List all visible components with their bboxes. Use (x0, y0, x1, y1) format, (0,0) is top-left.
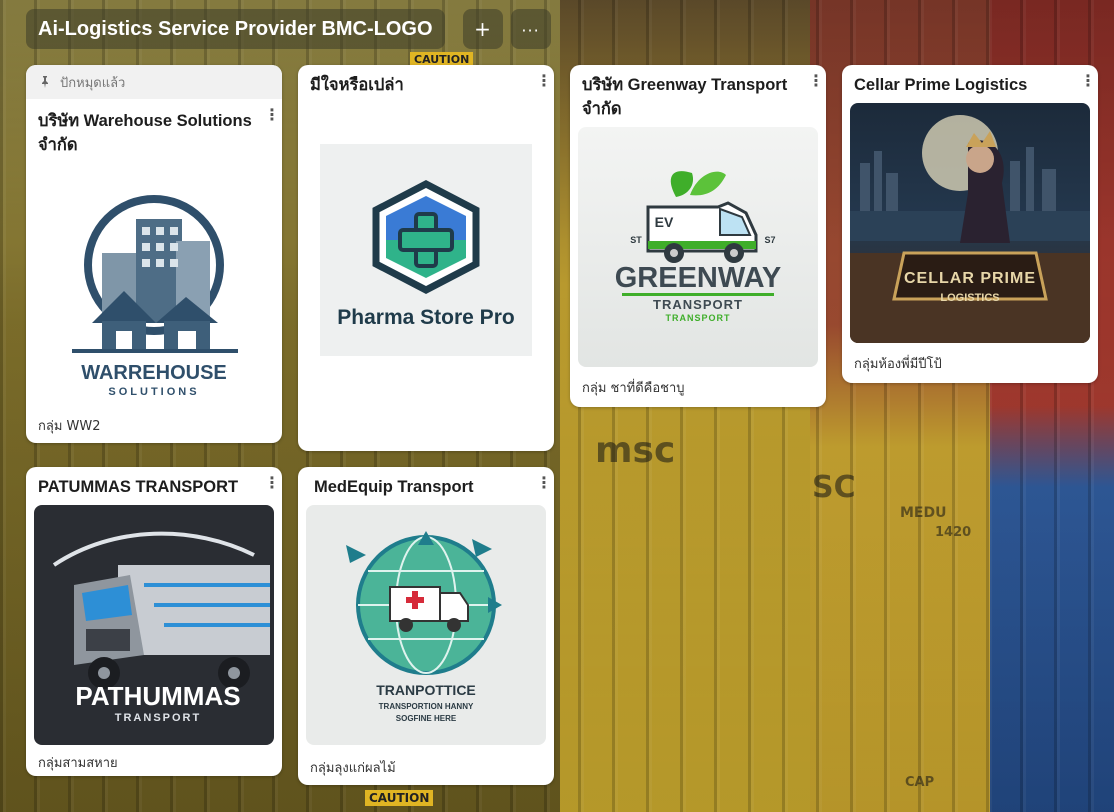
logo-text-right: S7 (764, 235, 775, 245)
bg-cap-label: CAP (905, 775, 935, 790)
logo-text-sub: TRANSPORT (653, 297, 743, 312)
post-caption: กลุ่ม WW2 (38, 419, 101, 434)
post-menu-button[interactable]: ⋮ (264, 107, 280, 123)
post-card-cellar-prime[interactable]: ⋮ Cellar Prime Logistics CELLAR PRIME LO… (842, 65, 1098, 383)
post-title: MedEquip Transport (314, 478, 474, 496)
ellipsis-icon: ··· (521, 21, 540, 40)
logo-text-main: PATHUMMAS (75, 681, 240, 711)
more-button[interactable]: ··· (510, 9, 551, 49)
board-title[interactable]: Ai-Logistics Service Provider BMC-LOGO (26, 9, 445, 49)
plus-icon: + (474, 17, 491, 41)
post-card-pathummas[interactable]: ⋮ PATUMMAS TRANSPORT PATHUMMAS TRANSPORT… (26, 467, 282, 776)
post-image: PATHUMMAS TRANSPORT (34, 505, 274, 745)
post-menu-button[interactable]: ⋮ (808, 73, 824, 89)
logo-text-left: ST (630, 235, 642, 245)
logo-text-sub: TRANSPORTION HANNY (379, 702, 474, 711)
post-title: บริษัท Warehouse Solutions จำกัด (38, 112, 252, 154)
logo-text-main: Pharma Store Pro (337, 306, 514, 329)
post-title: บริษัท Greenway Transport จำกัด (582, 76, 788, 118)
post-caption: กลุ่มลุงแก่ผลไม้ (310, 761, 396, 776)
post-title: มีใจหรือเปล่า (310, 76, 404, 94)
logo-text-sub: LOGISTICS (940, 292, 999, 304)
logo-badge-ev: EV (655, 214, 674, 230)
post-card-medequip[interactable]: ⋮ MedEquip Transport TRANPOTTICE TRANSPO… (298, 467, 554, 785)
logo-text-sub: SOLUTIONS (108, 386, 199, 398)
post-card-pharma[interactable]: ⋮ มีใจหรือเปล่า Pharma Store Pro (298, 65, 554, 451)
logo-text-sub-2: TRANSPORT (666, 313, 731, 323)
logo-text-sub: TRANSPORT (115, 712, 201, 724)
board-header: Ai-Logistics Service Provider BMC-LOGO +… (26, 9, 551, 49)
post-image: EV ST S7 GREENWAY TRANSPORT TRANSPORT (578, 127, 818, 367)
post-menu-button[interactable]: ⋮ (264, 475, 280, 491)
post-title: Cellar Prime Logistics (854, 76, 1028, 94)
logo-text-tagline: SOGFINE HERE (396, 714, 457, 723)
post-menu-button[interactable]: ⋮ (536, 73, 552, 89)
pin-icon (42, 76, 48, 88)
logo-text-main: CELLAR PRIME (904, 270, 1036, 287)
post-image: CELLAR PRIME LOGISTICS (850, 103, 1090, 343)
bg-number-label: 1420 (935, 525, 972, 540)
post-caption: กลุ่มห้องพี่มีปีโป้ (854, 357, 942, 372)
post-image: WARREHOUSE SOLUTIONS (32, 193, 276, 403)
post-caption: กลุ่มสามสหาย (38, 756, 118, 771)
post-card-warehouse[interactable]: ปักหมุดแล้ว ⋮ บริษัท Warehouse Solutions… (26, 65, 282, 443)
post-menu-button[interactable]: ⋮ (536, 475, 552, 491)
pinned-label: ปักหมุดแล้ว (60, 75, 126, 91)
logo-text-main: TRANPOTTICE (376, 682, 476, 698)
post-image: Pharma Store Pro (320, 144, 532, 356)
post-image: TRANPOTTICE TRANSPORTION HANNY SOGFINE H… (306, 505, 546, 745)
post-caption: กลุ่ม ชาที่ดีคือชาบู (582, 381, 685, 396)
post-card-greenway[interactable]: ⋮ บริษัท Greenway Transport จำกัด EV ST … (570, 65, 826, 407)
add-button[interactable]: + (462, 9, 503, 49)
pinned-indicator: ปักหมุดแล้ว (26, 65, 282, 99)
bg-sc-label: SC (812, 470, 856, 505)
bg-caution-label-bottom: CAUTION (365, 790, 434, 806)
logo-text-main: WARREHOUSE (81, 362, 227, 384)
post-title: PATUMMAS TRANSPORT (38, 478, 239, 496)
bg-msc-label: msc (595, 430, 676, 471)
post-menu-button[interactable]: ⋮ (1080, 73, 1096, 89)
bg-medu-label: MEDU (900, 505, 947, 521)
logo-text-main: GREENWAY (615, 262, 782, 294)
